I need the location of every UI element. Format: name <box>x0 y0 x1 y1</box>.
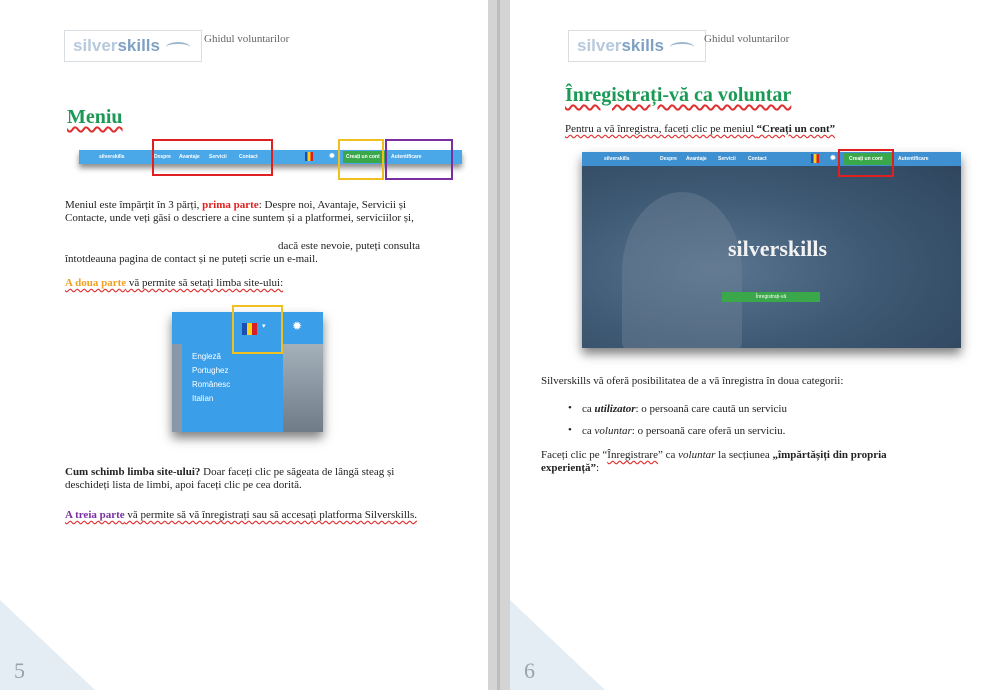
para1-line2: Contacte, unde veți găsi o descriere a c… <box>65 212 414 224</box>
gear-icon: ✹ <box>830 155 836 162</box>
highlight-box-red <box>838 149 894 177</box>
cat-post: : o persoană care oferă un serviciu. <box>631 425 786 437</box>
paragraph-categories-intro: Silverskills vă oferă posibilitatea de a… <box>541 375 844 387</box>
para2-second-part: A doua parte <box>65 277 127 289</box>
cat-pre: ca <box>582 425 595 437</box>
cat-term-volunteer: voluntar <box>594 425 632 437</box>
intro-create-account: “Creați un cont” <box>756 123 836 135</box>
para3-line2: deschideți lista de limbi, apoi faceți c… <box>65 479 302 491</box>
page-heading: Înregistrați-vă ca voluntar <box>565 84 792 106</box>
intro-text: Pentru a vă înregistra, faceți clic pe m… <box>565 123 757 135</box>
photo-person <box>622 192 742 348</box>
para1-first-part: prima parte <box>202 199 259 211</box>
cat-post: : o persoană care caută un serviciu <box>635 403 787 415</box>
login-label: Autentificare <box>898 156 929 162</box>
final-volunteer: voluntar <box>678 449 716 461</box>
page-number: 5 <box>14 658 25 683</box>
menu-item-avantaje: Avantaje <box>686 156 707 162</box>
highlight-box-red <box>152 139 273 176</box>
para4-text: vă permite să vă înregistrați sau să acc… <box>124 509 417 521</box>
para3-text: Doar faceți clic pe săgeata de lângă ste… <box>200 466 395 478</box>
final-line2-end: : <box>595 462 600 474</box>
flag-icon <box>811 154 819 163</box>
list-item: ca utilizator: o persoană care caută un … <box>568 402 787 425</box>
logo-text-silver: silver <box>577 36 622 55</box>
para3-question: Cum schimb limba site-ului? <box>65 466 201 478</box>
hero-register-button: Înregistrați-vă <box>722 292 820 302</box>
para1-text-a: Meniul este împărțit în 3 părți, <box>65 199 203 211</box>
para1-text-c: : Despre noi, Avantaje, Servicii și <box>258 199 407 211</box>
paragraph-change-language: Cum schimb limba site-ului? Doar faceți … <box>65 466 465 492</box>
para4-third-part: A treia parte <box>65 509 125 521</box>
menu-item-servicii: Servicii <box>718 156 736 162</box>
header-title: Ghidul voluntarilor <box>204 33 290 45</box>
language-list: Engleză Portughez Românesc Italian <box>182 344 283 432</box>
paragraph-menu-parts: Meniul este împărțit în 3 părți, prima p… <box>65 199 465 225</box>
background-image-fragment <box>283 344 323 432</box>
para1-line4: întotdeauna pagina de contact și ne pute… <box>65 253 318 265</box>
paragraph-intro: Pentru a vă înregistra, faceți clic pe m… <box>565 123 835 136</box>
cat-pre: ca <box>582 403 595 415</box>
highlight-box-purple <box>385 139 453 180</box>
logo-text-silver: silver <box>73 36 118 55</box>
page-heading: Meniu <box>67 106 123 128</box>
language-item: Românesc <box>192 380 231 389</box>
gear-icon: ✹ <box>329 153 335 160</box>
paragraph-final: Faceți clic pe “Înregistrare” ca volunta… <box>541 449 961 475</box>
logo-text-skills: skills <box>117 36 160 55</box>
settings-icon: ✹ <box>292 319 303 333</box>
para2-text: vă permite să setați limba site-ului: <box>126 277 284 289</box>
list-item: ca voluntar: o persoană care oferă un se… <box>568 424 787 447</box>
language-item: Engleză <box>192 352 221 361</box>
hero-title: silverskills <box>728 236 828 261</box>
silverskills-logo: silver skills <box>568 30 706 62</box>
page-6: silver skills Ghidul voluntarilor Înregis… <box>510 0 989 690</box>
final-text-c: ” ca <box>657 449 679 461</box>
final-section: „împărtășiți din propria <box>772 449 887 461</box>
menu-brand: silverskills <box>604 156 630 162</box>
language-item: Portughez <box>192 366 229 375</box>
paragraph-third-part: A treia parte vă permite să vă înregistr… <box>65 509 417 522</box>
para1-line3: dacă este nevoie, puteți consulta <box>278 240 421 252</box>
birds-icon <box>669 40 696 52</box>
final-text-e: la secțiunea <box>715 449 773 461</box>
cat-term-user: utilizator <box>594 403 636 415</box>
birds-icon <box>165 40 192 52</box>
header-title: Ghidul voluntarilor <box>704 33 790 45</box>
category-list: ca utilizator: o persoană care caută un … <box>568 402 787 447</box>
homepage-screenshot: silverskills Despre Avantaje Servicii Co… <box>582 152 961 348</box>
final-text-a: Faceți clic pe “ <box>541 449 608 461</box>
language-item: Italian <box>192 394 214 403</box>
menu-brand: silverskills <box>99 154 125 160</box>
menu-item-contact: Contact <box>748 156 767 162</box>
final-line2: experiență” <box>541 462 596 474</box>
menu-item-despre: Despre <box>660 156 677 162</box>
highlight-box-yellow <box>338 139 384 180</box>
page-number: 6 <box>524 658 535 683</box>
silverskills-logo: silver skills <box>64 30 202 62</box>
final-register: Înregistrare <box>607 449 658 461</box>
page-divider <box>488 0 510 690</box>
hero-menu-bar: silverskills Despre Avantaje Servicii Co… <box>582 152 961 166</box>
flag-icon <box>305 152 313 161</box>
paragraph-second-part: A doua parte vă permite să setați limba … <box>65 277 283 290</box>
page-5: silver skills Ghidul voluntarilor Meniu s… <box>0 0 488 690</box>
logo-text-skills: skills <box>621 36 664 55</box>
highlight-box-flag <box>232 305 283 354</box>
